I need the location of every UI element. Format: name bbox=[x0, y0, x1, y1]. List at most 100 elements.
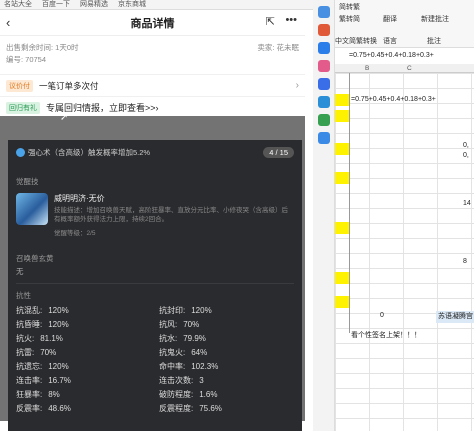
yellow-cell[interactable] bbox=[335, 143, 349, 155]
resist-stat-value: 120% bbox=[48, 362, 69, 371]
resist-stat-label: 连击率: bbox=[16, 376, 43, 385]
bookmark-item[interactable]: 名站大全 bbox=[4, 0, 32, 9]
game-icon[interactable] bbox=[317, 60, 330, 72]
yellow-cell[interactable] bbox=[335, 172, 349, 184]
outlook-icon[interactable] bbox=[317, 96, 330, 108]
ribbon-group-label: 中文简繁转换 bbox=[335, 38, 377, 45]
attribute-card: 强心术（含高级）触发概率增加5.2% 4 / 15 觉醒技 威明明济·无价 技能… bbox=[8, 140, 302, 431]
ribbon-group-comment: 批注 bbox=[427, 38, 441, 45]
remaining-time: 出售剩余时间: 1天0时 bbox=[6, 43, 79, 52]
send-icon[interactable] bbox=[317, 132, 330, 144]
formula-bar[interactable]: =0.75+0.45+0.4+0.18+0.3+ bbox=[349, 52, 474, 62]
resist-stat-value: 64% bbox=[191, 348, 208, 357]
yellow-cell[interactable] bbox=[335, 222, 349, 234]
value-cell[interactable]: 0, bbox=[463, 142, 469, 149]
resist-stat-value: 120% bbox=[191, 306, 212, 315]
ribbon-simp-trad[interactable]: 简转繁 bbox=[339, 2, 360, 12]
skill-bonus-text: 强心术（含高级）触发概率增加5.2% bbox=[28, 147, 151, 157]
page-indicator: 4 / 15 bbox=[263, 146, 294, 158]
value-cell[interactable]: 14 bbox=[463, 200, 471, 207]
resist-stat-label: 抗水: bbox=[159, 334, 178, 343]
ribbon-translate[interactable]: 翻译 bbox=[383, 14, 397, 24]
resist-stat: 抗鬼火: 64% bbox=[159, 347, 294, 358]
resist-stat: 抗火: 81.1% bbox=[16, 333, 151, 344]
skill-gem-icon bbox=[16, 147, 25, 157]
resist-stat-label: 抗封印: bbox=[159, 306, 186, 315]
resist-stat: 抗水: 79.9% bbox=[159, 333, 294, 344]
resist-stat-value: 70% bbox=[183, 320, 200, 329]
ribbon-new-comment[interactable]: 新建批注 bbox=[421, 14, 449, 24]
yellow-cell[interactable] bbox=[335, 272, 349, 284]
resist-stat-value: 120% bbox=[48, 320, 69, 329]
resist-stat: 抗风: 70% bbox=[159, 319, 294, 330]
seller-name: 卖家: 花未眠 bbox=[257, 43, 299, 52]
resist-stat-label: 抗昏睡: bbox=[16, 320, 43, 329]
share-icon[interactable]: ⇱ bbox=[266, 15, 275, 28]
resist-stat: 命中率: 102.3% bbox=[159, 361, 294, 372]
awaken-skill-desc: 技能描述：增加召唤兽天赋，高阶狂暴率、直放分元比率、小修夜哭（含高级）后有概率额… bbox=[54, 207, 288, 223]
yellow-cell[interactable] bbox=[335, 296, 349, 308]
ribbon-trad-simp[interactable]: 繁转简 bbox=[339, 14, 360, 24]
bookmarks-bar: 名站大全 百度一下 网易精选 京东商城 bbox=[0, 0, 320, 10]
resist-stat-label: 抗遗忘: bbox=[16, 362, 43, 371]
more-icon[interactable]: ••• bbox=[285, 14, 297, 26]
resist-stat: 反震率: 48.6% bbox=[16, 403, 151, 414]
app-icon[interactable] bbox=[317, 42, 330, 54]
section-awaken-skill: 觉醒技 bbox=[16, 177, 39, 186]
return-gift-row[interactable]: 回归有礼 专属回归情报，立即查看>> › bbox=[0, 96, 305, 118]
chevron-right-icon: › bbox=[155, 102, 159, 113]
highlight-cell[interactable]: 苏语凝腾宫 bbox=[436, 311, 474, 323]
resist-stat-label: 反震程度: bbox=[159, 404, 194, 413]
resist-stat-label: 命中率: bbox=[159, 362, 186, 371]
resist-stat-value: 16.7% bbox=[48, 376, 71, 385]
bag-icon[interactable] bbox=[317, 24, 330, 36]
resist-stat: 狂暴率: 8% bbox=[16, 389, 151, 400]
yellow-cell[interactable] bbox=[335, 110, 349, 122]
resist-stat: 抗封印: 120% bbox=[159, 305, 294, 316]
resist-stat-value: 81.1% bbox=[40, 334, 63, 343]
mouse-cursor-icon: ➚ bbox=[60, 112, 69, 123]
installment-text: 一笔订单多次付 bbox=[39, 80, 99, 91]
bookmark-item[interactable]: 网易精选 bbox=[80, 0, 108, 9]
tree-icon[interactable] bbox=[317, 114, 330, 126]
resist-stat-label: 抗混乱: bbox=[16, 306, 43, 315]
column-header-c[interactable]: C bbox=[407, 65, 412, 72]
awaken-skill-box: 威明明济·无价 技能描述：增加召唤兽天赋，高阶狂暴率、直放分元比率、小修夜哭（含… bbox=[16, 193, 294, 237]
page-title: 商品详情 bbox=[130, 17, 175, 30]
resist-stat-label: 破防程度: bbox=[159, 390, 194, 399]
resist-stat: 抗雷: 70% bbox=[16, 347, 151, 358]
back-icon[interactable]: ‹ bbox=[6, 15, 10, 30]
column-header-b[interactable]: B bbox=[365, 65, 369, 72]
resist-stat-value: 3 bbox=[199, 376, 204, 385]
value-cell[interactable]: 8 bbox=[463, 258, 467, 265]
cloud-icon[interactable] bbox=[317, 78, 330, 90]
search-icon[interactable] bbox=[317, 6, 330, 18]
yellow-cell[interactable] bbox=[335, 94, 349, 106]
ribbon: 简转繁 繁转简 中文简繁转换 翻译 语言 批注 新建批注 bbox=[335, 0, 474, 48]
resist-stat-label: 抗火: bbox=[16, 334, 35, 343]
awaken-skill-level: 觉醒等级：2/5 bbox=[54, 230, 96, 237]
resist-stat-value: 75.6% bbox=[199, 404, 222, 413]
resist-stat: 抗混乱: 120% bbox=[16, 305, 151, 316]
note-cell[interactable]: 看个性签名上架！！！ bbox=[351, 330, 421, 340]
spreadsheet-window: 简转繁 繁转简 中文简繁转换 翻译 语言 批注 新建批注 =0.75+0.45+… bbox=[335, 0, 474, 431]
value-cell[interactable]: 0, bbox=[463, 152, 469, 159]
resist-stat-label: 抗雷: bbox=[16, 348, 35, 357]
resist-stat-label: 抗风: bbox=[159, 320, 178, 329]
bookmark-item[interactable]: 百度一下 bbox=[42, 0, 70, 9]
resist-stat-value: 102.3% bbox=[191, 362, 219, 371]
card-top-bar: 强心术（含高级）触发概率增加5.2% 4 / 15 bbox=[16, 144, 294, 160]
zero-cell[interactable]: 0 bbox=[380, 312, 384, 319]
side-toolbar bbox=[313, 0, 335, 431]
formula-cell[interactable]: =0.75+0.45+0.4+0.18+0.3+ bbox=[351, 96, 436, 103]
awaken-skill-name: 威明明济·无价 bbox=[54, 194, 105, 203]
installment-tag: 议价付 bbox=[6, 79, 33, 92]
cell-grid[interactable] bbox=[335, 73, 474, 431]
installment-row[interactable]: 议价付 一笔订单多次付 › bbox=[0, 74, 305, 96]
bookmark-item[interactable]: 京东商城 bbox=[118, 0, 146, 9]
skill-bonus-line: 强心术（含高级）触发概率增加5.2% bbox=[16, 147, 150, 158]
resist-stat-label: 狂暴率: bbox=[16, 390, 43, 399]
item-code: 编号: 70754 bbox=[6, 55, 47, 64]
resist-stat-label: 连击次数: bbox=[159, 376, 194, 385]
ribbon-group-language: 语言 bbox=[383, 38, 397, 45]
